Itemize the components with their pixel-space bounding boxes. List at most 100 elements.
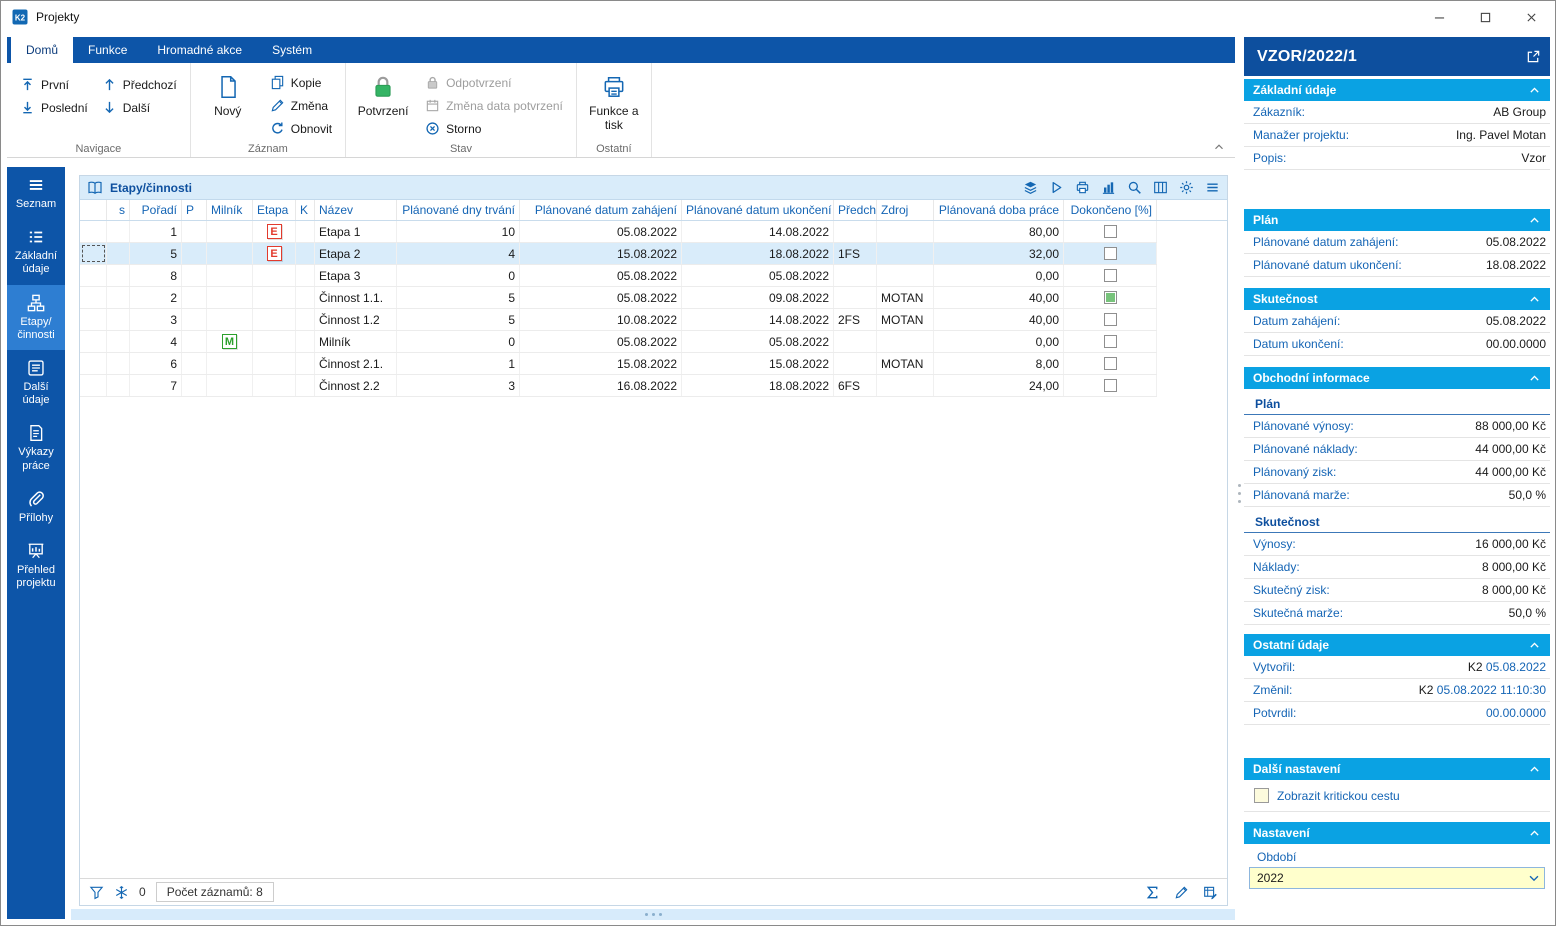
maximize-button[interactable] xyxy=(1462,2,1508,32)
table-row[interactable]: 7 Činnost 2.2 3 16.08.2022 18.08.2022 6FS 24,0… xyxy=(80,375,1157,397)
col-predch[interactable]: Předch xyxy=(834,200,877,220)
section-header-plan[interactable]: Plán xyxy=(1244,209,1550,231)
copy-button[interactable]: Kopie xyxy=(265,71,337,94)
done-checkbox xyxy=(1103,379,1117,392)
panel-section-obchodni-informace: Obchodní informace Plán Plánované výnosy: 8… xyxy=(1244,367,1550,625)
close-button[interactable] xyxy=(1508,2,1554,32)
panel-field-row: Plánovaná marže: 50,0 % xyxy=(1244,484,1550,507)
cell-k xyxy=(296,243,315,264)
sidebar-item-prehled-projektu[interactable]: Přehled projektu xyxy=(7,533,65,598)
col-doba[interactable]: Plánovaná doba práce xyxy=(934,200,1064,220)
tab-home[interactable]: Domů xyxy=(11,37,74,63)
tab-functions[interactable]: Funkce xyxy=(73,37,142,63)
col-p[interactable]: P xyxy=(182,200,207,220)
sidebar-item-zakladni-udaje[interactable]: Základní údaje xyxy=(7,219,65,284)
col-k[interactable]: K xyxy=(296,200,315,220)
section-header-obchodni-informace[interactable]: Obchodní informace xyxy=(1244,367,1550,389)
critical-path-row: Zobrazit kritickou cestu xyxy=(1244,780,1550,812)
panel-field-row: Změnil: K2 05.08.2022 11:10:30 xyxy=(1244,679,1550,702)
grid-toolbar xyxy=(1023,180,1220,195)
edit-icon[interactable] xyxy=(1174,885,1189,900)
table-row[interactable]: 5 E Etapa 2 4 15.08.2022 18.08.2022 1FS 32,00 xyxy=(80,243,1157,265)
sidebar-item-prilohy[interactable]: Přílohy xyxy=(7,481,65,533)
minimize-button[interactable] xyxy=(1416,2,1462,32)
panel-field-row: Plánované výnosy: 88 000,00 Kč xyxy=(1244,415,1550,438)
cell-zdroj xyxy=(877,331,934,352)
table-row[interactable]: 2 Činnost 1.1. 5 05.08.2022 09.08.2022 MOTAN 4… xyxy=(80,287,1157,309)
vertical-splitter[interactable] xyxy=(1236,463,1242,523)
record-count: Počet záznamů: 8 xyxy=(155,882,274,902)
period-select[interactable]: 2022 xyxy=(1249,867,1545,889)
table-row[interactable]: 4 M Milník 0 05.08.2022 05.08.2022 0,00 xyxy=(80,331,1157,353)
cancel-button[interactable]: Storno xyxy=(420,117,568,140)
table-row[interactable]: 3 Činnost 1.2 5 10.08.2022 14.08.2022 2FS MOTA… xyxy=(80,309,1157,331)
section-header-ostatni-udaje[interactable]: Ostatní údaje xyxy=(1244,634,1550,656)
section-header-skutecnost[interactable]: Skutečnost xyxy=(1244,288,1550,310)
section-header-dalsi-nastaveni[interactable]: Další nastavení xyxy=(1244,758,1550,780)
sidebar-item-seznam[interactable]: Seznam xyxy=(7,167,65,219)
confirm-button[interactable]: Potvrzení xyxy=(354,66,412,141)
new-button[interactable]: Nový xyxy=(199,66,257,141)
sum-icon[interactable] xyxy=(1145,885,1160,900)
col-dokonceno[interactable]: Dokončeno [%] xyxy=(1064,200,1157,220)
sidebar-item-vykazy-prace[interactable]: Výkazy práce xyxy=(7,415,65,480)
run-icon[interactable] xyxy=(1049,180,1064,195)
settings-icon[interactable] xyxy=(1179,180,1194,195)
col-dny[interactable]: Plánované dny trvání xyxy=(397,200,520,220)
tab-system[interactable]: Systém xyxy=(257,37,327,63)
col-zdroj[interactable]: Zdroj xyxy=(877,200,934,220)
refresh-button[interactable]: Obnovit xyxy=(265,117,337,140)
table-row[interactable]: 8 Etapa 3 0 05.08.2022 05.08.2022 0,00 xyxy=(80,265,1157,287)
field-label: Manažer projektu: xyxy=(1253,128,1350,142)
change-button[interactable]: Změna xyxy=(265,94,337,117)
menu-icon[interactable] xyxy=(1205,180,1220,195)
popout-icon[interactable] xyxy=(1526,49,1541,64)
layers-icon[interactable] xyxy=(1023,180,1038,195)
cell-poradi: 5 xyxy=(130,243,182,264)
cell-zahajeni: 15.08.2022 xyxy=(520,243,682,264)
previous-button[interactable]: Předchozí xyxy=(97,73,182,96)
grid-edit-icon[interactable] xyxy=(1203,885,1218,900)
columns-icon[interactable] xyxy=(1153,180,1168,195)
panel-field-row: Datum zahájení: 05.08.2022 xyxy=(1244,310,1550,333)
ribbon: První Poslední Předchozí Další Navigace Nov… xyxy=(7,63,1235,158)
first-button[interactable]: První xyxy=(15,73,93,96)
ribbon-collapse-button[interactable] xyxy=(1212,140,1226,154)
sidebar-item-dalsi-udaje[interactable]: Další údaje xyxy=(7,350,65,415)
col-zahajeni[interactable]: Plánované datum zahájení xyxy=(520,200,682,220)
next-button[interactable]: Další xyxy=(97,96,182,119)
subsection-title: Plán xyxy=(1244,389,1550,415)
svg-text:K2: K2 xyxy=(15,14,26,23)
section-header-nastaveni[interactable]: Nastavení xyxy=(1244,822,1550,844)
table-row[interactable]: 1 E Etapa 1 10 05.08.2022 14.08.2022 80,00 xyxy=(80,221,1157,243)
col-etapa[interactable]: Etapa xyxy=(253,200,296,220)
col-s[interactable]: s xyxy=(107,200,130,220)
cell-etapa xyxy=(253,287,296,308)
col-poradi[interactable]: Pořadí xyxy=(130,200,182,220)
filter-icon[interactable] xyxy=(89,885,104,900)
col-sel[interactable] xyxy=(80,200,107,220)
sidebar-item-etapy-cinnosti[interactable]: Etapy/ činnosti xyxy=(7,284,65,350)
cell-etapa xyxy=(253,331,296,352)
cell-zahajeni: 05.08.2022 xyxy=(520,221,682,242)
ribbon-group-stav: Potvrzení Odpotvrzení Změna data potvrzen… xyxy=(346,63,577,157)
last-button[interactable]: Poslední xyxy=(15,96,93,119)
section-header-zakladni-udaje[interactable]: Základní údaje xyxy=(1244,79,1550,101)
table-row[interactable]: 6 Činnost 2.1. 1 15.08.2022 15.08.2022 MOTAN 8… xyxy=(80,353,1157,375)
print-icon[interactable] xyxy=(1075,180,1090,195)
horizontal-splitter[interactable] xyxy=(71,909,1235,920)
chart-icon[interactable] xyxy=(1101,180,1116,195)
functions-print-button[interactable]: Funkce a tisk xyxy=(585,66,643,141)
col-milnik[interactable]: Milník xyxy=(207,200,253,220)
cell-doba: 24,00 xyxy=(934,375,1064,396)
detail-panel: VZOR/2022/1 Základní údaje Zákazník: AB Gr… xyxy=(1244,37,1550,919)
cell-sel xyxy=(80,375,107,396)
tab-bulk-actions[interactable]: Hromadné akce xyxy=(142,37,257,63)
critical-path-checkbox[interactable] xyxy=(1254,788,1269,803)
field-label: Výnosy: xyxy=(1253,537,1296,551)
printer-icon xyxy=(601,74,627,100)
search-icon[interactable] xyxy=(1127,180,1142,195)
col-ukonceni[interactable]: Plánované datum ukončení xyxy=(682,200,834,220)
col-nazev[interactable]: Název xyxy=(315,200,397,220)
freeze-icon[interactable] xyxy=(114,885,129,900)
